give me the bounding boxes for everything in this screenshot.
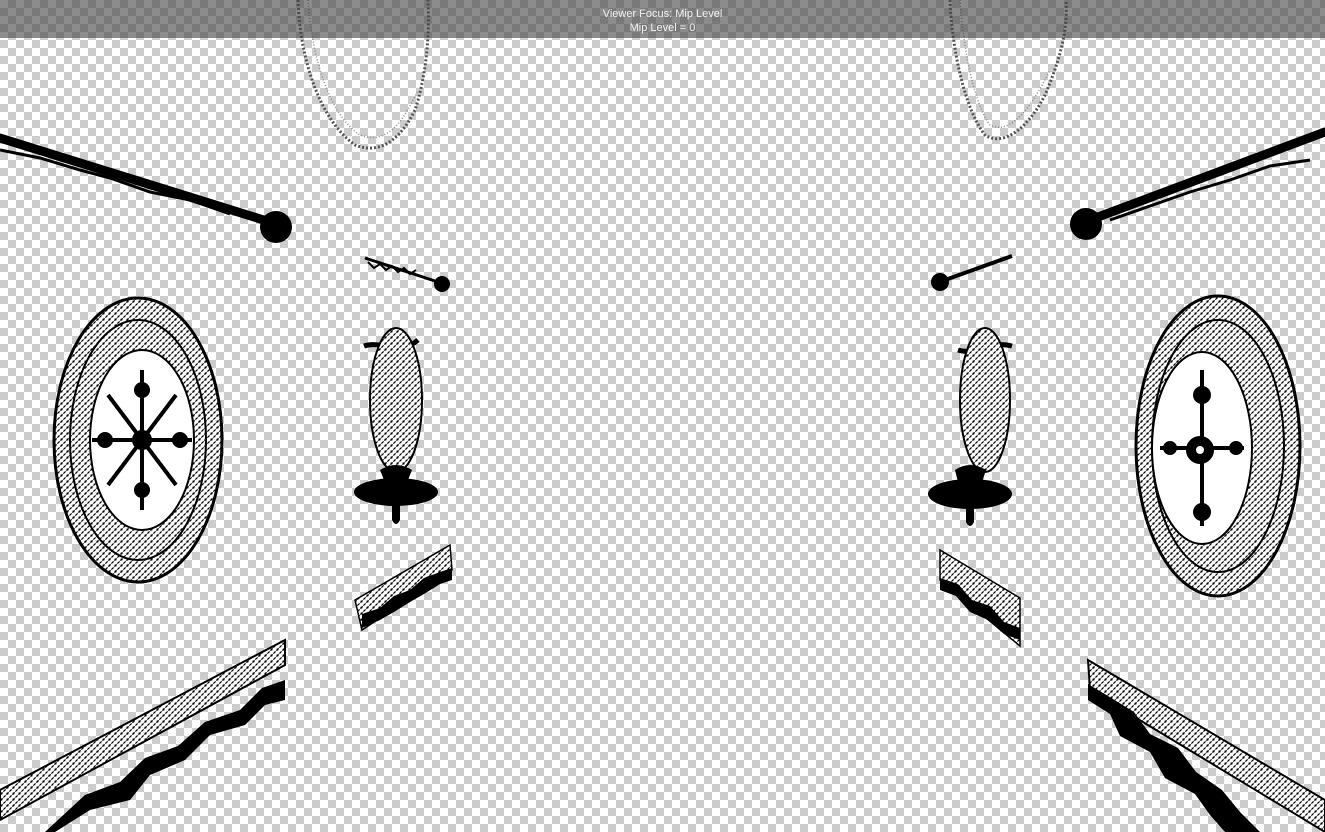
texture-viewer[interactable]: Viewer Focus: Mip Level Mip Level = 0 — [0, 0, 1325, 832]
mip-level-readout: Mip Level = 0 — [629, 22, 696, 34]
strap-large-right — [1086, 658, 1325, 832]
small-pin-right — [931, 254, 1013, 291]
strap-large-left — [0, 638, 286, 832]
viewer-focus-title: Viewer Focus: Mip Level — [602, 8, 723, 20]
medallion-left — [52, 296, 224, 584]
texture-atlas — [0, 0, 1325, 832]
strap-small-right — [939, 548, 1021, 648]
viewer-focus-overlay: Viewer Focus: Mip Level Mip Level = 0 — [0, 0, 1325, 38]
hairpin-left — [0, 133, 292, 243]
strap-small-left — [354, 543, 453, 632]
drop-earring-right — [928, 327, 1013, 526]
small-pin-left — [364, 256, 450, 292]
medallion-right — [1134, 294, 1302, 598]
drop-earring-left — [354, 327, 438, 524]
hairpin-right — [1070, 127, 1325, 240]
